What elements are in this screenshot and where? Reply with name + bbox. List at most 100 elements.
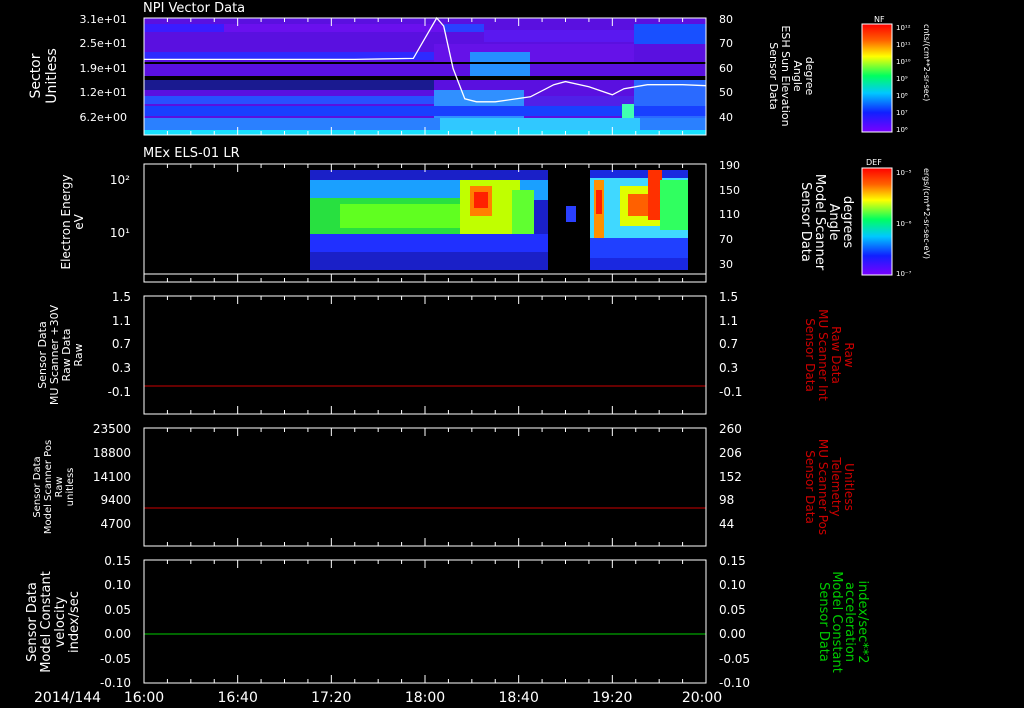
colorbar-tick: 10⁹ <box>896 75 908 83</box>
y2-axis-title-line: Sensor Data <box>798 182 813 262</box>
y2-tick-label: 190 <box>719 159 740 172</box>
colorbar-gradient <box>861 23 893 133</box>
colorbar-tick: 10¹² <box>896 24 911 32</box>
colorbar-tick: 10¹⁰ <box>896 58 911 66</box>
y-tick-labels: 1.5 1.1 0.7 0.3 -0.1 <box>108 290 131 399</box>
y-tick-label: 2.5e+01 <box>80 37 127 50</box>
y2-axis-title-line: acceleration <box>842 582 857 662</box>
y2-tick-label: 206 <box>719 446 742 460</box>
y2-axis-title-line: Sensor Data <box>803 318 817 392</box>
plot-frame <box>143 559 707 684</box>
y2-tick-label: 98 <box>719 493 734 507</box>
y2-axis-title: Sensor Data MU Scanner Pos Telemetry Uni… <box>803 439 856 535</box>
y2-tick-label: 70 <box>719 37 733 50</box>
y-axis-title: Sensor Data Model Scanner Pos Raw unitle… <box>32 440 76 534</box>
y2-axis-title-line: index/sec**2 <box>855 580 870 663</box>
colorbar-tick: 10⁸ <box>896 92 908 100</box>
y2-axis-title-line: Model Constant <box>829 571 844 673</box>
y2-tick-labels: 260 206 152 98 44 <box>719 422 742 531</box>
y-axis-title-line: Sector <box>28 53 44 98</box>
colorbar-tick: 10⁻⁶ <box>896 220 912 228</box>
y2-tick-label: 260 <box>719 422 742 436</box>
plot-frame <box>143 427 707 547</box>
panel-velocity: 0.15 0.10 0.05 0.00 -0.05 -0.10 0.15 0.1… <box>25 554 870 690</box>
panel-title: MEx ELS-01 LR <box>143 146 240 161</box>
colorbar-def: DEF 10⁻⁵ 10⁻⁶ 10⁻⁷ ergs/(cm**2-sr-sec-eV… <box>861 158 931 278</box>
y-tick-label: 0.00 <box>104 627 131 641</box>
y2-axis-title-line: Raw <box>842 342 856 367</box>
panel-title: NPI Vector Data <box>143 1 245 16</box>
y2-axis-title-line: Unitless <box>842 463 856 511</box>
y2-axis-title-line: Sensor Data <box>803 450 817 524</box>
y-tick-label: 18800 <box>93 446 131 460</box>
y2-tick-label: 1.1 <box>719 314 738 328</box>
y-tick-label: 1.5 <box>112 290 131 304</box>
y2-tick-label: 80 <box>719 13 733 26</box>
y2-axis-title-line: Angle <box>826 204 841 241</box>
y2-tick-label: 70 <box>719 233 733 246</box>
y2-tick-labels: 1.5 1.1 0.7 0.3 -0.1 <box>719 290 742 399</box>
y-axis-title-line: Raw <box>72 343 85 366</box>
y2-tick-label: 0.00 <box>719 627 746 641</box>
y-tick-label: -0.1 <box>108 385 131 399</box>
y2-axis-title: Sensor Data MU Scanner Int Raw Data Raw <box>803 309 856 401</box>
y-axis-title-line: Model Constant <box>39 571 54 673</box>
y-tick-label: 0.15 <box>104 554 131 568</box>
y2-tick-label: -0.1 <box>719 385 742 399</box>
x-tick-label: 17:20 <box>311 690 351 706</box>
y2-axis-title-line: MU Scanner Pos <box>816 439 830 535</box>
date-label: 2014/144 <box>34 690 101 706</box>
colorbar-gradient <box>861 167 893 276</box>
y2-axis-title-line: degree <box>803 57 816 96</box>
y2-axis-title: Sensor Data ESH Sun Elevation Angle degr… <box>767 25 816 126</box>
y2-axis-title-line: MU Scanner Int <box>816 309 830 401</box>
y-axis-title: Sensor Data Model Constant velocity inde… <box>25 571 82 673</box>
y-tick-label: 10¹ <box>110 226 130 240</box>
y2-tick-labels: 0.15 0.10 0.05 0.00 -0.05 -0.10 <box>719 554 750 690</box>
x-tick-label: 18:00 <box>405 690 445 706</box>
y-tick-label: 0.10 <box>104 578 131 592</box>
colorbar-tick: 10⁻⁷ <box>896 270 912 278</box>
y-tick-label: 14100 <box>93 470 131 484</box>
plot-frame <box>143 295 707 415</box>
y2-tick-label: 0.3 <box>719 361 738 375</box>
y-tick-label: 1.1 <box>112 314 131 328</box>
panel-els: MEx ELS-01 LR 10² 10¹ 190 150 110 70 30 … <box>59 146 855 283</box>
y2-tick-label: 150 <box>719 184 740 197</box>
colorbar-tick: 10⁶ <box>896 126 908 134</box>
y2-tick-label: 0.10 <box>719 578 746 592</box>
y-tick-labels: 0.15 0.10 0.05 0.00 -0.05 -0.10 <box>100 554 131 690</box>
panel-scanner-pos: 23500 18800 14100 9400 4700 260 206 152 … <box>32 422 856 547</box>
y2-axis-title: Sensor Data Model Scanner Angle degrees <box>798 174 855 271</box>
colorbar-units: cnts/(cm**2-sr-sec) <box>922 24 931 101</box>
y-tick-labels: 3.1e+01 2.5e+01 1.9e+01 1.2e+01 6.2e+00 <box>80 13 127 124</box>
colorbar-tick: 10¹¹ <box>896 41 911 49</box>
y-tick-label: 10² <box>110 173 130 187</box>
y-tick-labels: 10² 10¹ <box>110 173 130 240</box>
y-axis-title-line: Electron Energy <box>59 174 73 269</box>
y-axis-title-line: eV <box>72 213 86 229</box>
x-tick-label: 19:20 <box>592 690 632 706</box>
y-axis-title-line: Sensor Data <box>25 582 40 662</box>
y-axis-title: Sensor Data MU Scanner +30V Raw Data Raw <box>36 304 85 405</box>
y2-axis-title-line: Angle <box>791 60 804 92</box>
colorbar-tick: 10⁷ <box>896 109 908 117</box>
y-tick-label: -0.10 <box>100 676 131 690</box>
y2-axis-title: Sensor Data Model Constant acceleration … <box>816 571 870 673</box>
colorbar-tick: 10⁻⁵ <box>896 169 912 177</box>
y-tick-label: 6.2e+00 <box>80 111 127 124</box>
x-tick-label: 18:40 <box>499 690 539 706</box>
y2-tick-label: 152 <box>719 470 742 484</box>
y-tick-label: 23500 <box>93 422 131 436</box>
colorbar-label: NF <box>874 15 885 24</box>
x-tick-label: 20:00 <box>682 690 722 706</box>
y-tick-labels: 23500 18800 14100 9400 4700 <box>93 422 131 531</box>
y2-axis-title-line: Sensor Data <box>767 42 780 109</box>
y-axis-title: Electron Energy eV <box>59 174 86 269</box>
y2-tick-labels: 80 70 60 50 40 <box>719 13 733 124</box>
plot-canvas: NPI Vector Data 3.1e+01 2.5e+01 1.9e+01 … <box>25 1 931 706</box>
panel-npi: NPI Vector Data 3.1e+01 2.5e+01 1.9e+01 … <box>28 1 816 136</box>
y-tick-label: 0.7 <box>112 337 131 351</box>
y-tick-label: 1.9e+01 <box>80 62 127 75</box>
y-axis-title-line: velocity <box>53 596 68 647</box>
